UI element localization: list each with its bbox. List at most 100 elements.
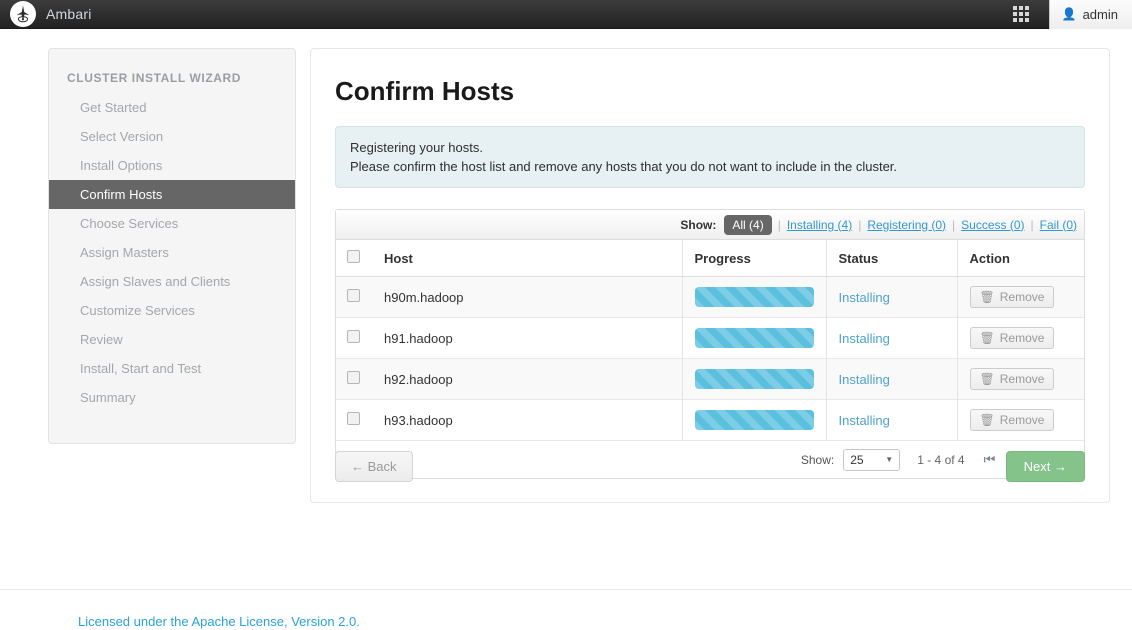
filter-separator-4: | <box>1030 217 1034 232</box>
sidebar-item-assign-slaves-and-clients[interactable]: Assign Slaves and Clients <box>49 267 295 296</box>
action-cell: 🗑 Remove <box>956 317 1084 359</box>
status-cell: Installing <box>825 399 957 441</box>
ambari-logo-icon <box>10 1 36 27</box>
license-link[interactable]: Licensed under the Apache License, Versi… <box>78 614 360 629</box>
sidebar-item-assign-masters[interactable]: Assign Masters <box>49 238 295 267</box>
sidebar-item-choose-services[interactable]: Choose Services <box>49 209 295 238</box>
remove-host-button[interactable]: 🗑 Remove <box>969 368 1055 390</box>
action-cell: 🗑 Remove <box>956 399 1084 441</box>
trash-icon: 🗑 <box>979 290 995 304</box>
filter-success[interactable]: Success (0) <box>961 218 1024 232</box>
sidebar-item-install-start-and-test[interactable]: Install, Start and Test <box>49 354 295 383</box>
status-cell: Installing <box>825 317 957 359</box>
hosts-table-body: h90m.hadoop Installing 🗑 Remove h91.hado… <box>336 276 1084 441</box>
status-cell: Installing <box>825 358 957 400</box>
sidebar-item-install-options[interactable]: Install Options <box>49 151 295 180</box>
header-status: Status <box>825 240 957 277</box>
sidebar-item-confirm-hosts[interactable]: Confirm Hosts <box>49 180 295 209</box>
admin-menu-button[interactable]: 👤 admin <box>1048 0 1132 29</box>
remove-button-label: Remove <box>999 290 1045 304</box>
table-row: h92.hadoop Installing 🗑 Remove <box>336 358 1084 400</box>
sidebar-title: CLUSTER INSTALL WIZARD <box>67 71 242 85</box>
brand[interactable]: Ambari <box>0 1 92 27</box>
row-checkbox[interactable] <box>347 289 360 302</box>
info-message-box: Registering your hosts. Please confirm t… <box>335 126 1085 188</box>
info-line-2: Please confirm the host list and remove … <box>350 159 898 174</box>
remove-host-button[interactable]: 🗑 Remove <box>969 286 1055 308</box>
status-filter-bar: Show: All (4) | Installing (4) | Registe… <box>336 210 1084 240</box>
filter-separator-3: | <box>952 217 956 232</box>
row-checkbox[interactable] <box>347 330 360 343</box>
trash-icon: 🗑 <box>979 372 995 386</box>
table-row: h90m.hadoop Installing 🗑 Remove <box>336 276 1084 318</box>
filter-installing[interactable]: Installing (4) <box>787 218 852 232</box>
header-select-all <box>336 240 372 277</box>
action-cell: 🗑 Remove <box>956 358 1084 400</box>
sidebar-nav-list: Get Started Select Version Install Optio… <box>49 93 295 412</box>
row-checkbox[interactable] <box>347 371 360 384</box>
progress-bar-track <box>694 369 814 389</box>
sidebar-item-get-started[interactable]: Get Started <box>49 93 295 122</box>
next-button[interactable]: Next → <box>1005 451 1085 482</box>
hosts-table-head: Host Progress Status Action <box>336 240 1084 277</box>
row-checkbox-cell <box>336 276 372 318</box>
sidebar-item-summary[interactable]: Summary <box>49 383 295 412</box>
sidebar-item-select-version[interactable]: Select Version <box>49 122 295 151</box>
host-name: h93.hadoop <box>372 399 682 441</box>
header-host: Host <box>372 240 682 277</box>
status-badge[interactable]: Installing <box>839 290 890 305</box>
remove-button-label: Remove <box>999 331 1045 345</box>
filter-separator-2: | <box>858 217 862 232</box>
row-checkbox[interactable] <box>347 412 360 425</box>
progress-bar-fill <box>694 287 814 307</box>
host-name: h91.hadoop <box>372 317 682 359</box>
filter-show-label: Show: <box>680 217 717 232</box>
row-checkbox-cell <box>336 399 372 441</box>
trash-icon: 🗑 <box>979 331 995 345</box>
filter-all[interactable]: All (4) <box>724 214 772 235</box>
action-cell: 🗑 Remove <box>956 276 1084 318</box>
remove-button-label: Remove <box>999 372 1045 386</box>
progress-cell <box>681 399 826 441</box>
main-panel: Confirm Hosts Registering your hosts. Pl… <box>310 48 1110 503</box>
remove-host-button[interactable]: 🗑 Remove <box>969 409 1055 431</box>
admin-label: admin <box>1082 6 1118 22</box>
table-header-row: Host Progress Status Action <box>336 240 1084 277</box>
back-button[interactable]: ← Back <box>335 451 413 482</box>
table-row: h91.hadoop Installing 🗑 Remove <box>336 317 1084 359</box>
host-name: h92.hadoop <box>372 358 682 400</box>
progress-bar-fill <box>694 328 814 348</box>
select-all-checkbox[interactable] <box>347 250 360 263</box>
table-row: h93.hadoop Installing 🗑 Remove <box>336 399 1084 441</box>
page-title: Confirm Hosts <box>335 76 515 106</box>
progress-bar-fill <box>694 410 814 430</box>
remove-button-label: Remove <box>999 413 1045 427</box>
page-footer: Licensed under the Apache License, Versi… <box>0 589 1132 630</box>
status-badge[interactable]: Installing <box>839 372 890 387</box>
hosts-table-container: Show: All (4) | Installing (4) | Registe… <box>335 209 1085 479</box>
sidebar-item-review[interactable]: Review <box>49 325 295 354</box>
wizard-sidebar: CLUSTER INSTALL WIZARD Get Started Selec… <box>48 48 296 444</box>
row-checkbox-cell <box>336 358 372 400</box>
row-checkbox-cell <box>336 317 372 359</box>
progress-bar-fill <box>694 369 814 389</box>
sidebar-item-customize-services[interactable]: Customize Services <box>49 296 295 325</box>
status-badge[interactable]: Installing <box>839 331 890 346</box>
header-action: Action <box>956 240 1084 277</box>
filter-fail[interactable]: Fail (0) <box>1040 218 1077 232</box>
trash-icon: 🗑 <box>979 413 995 427</box>
user-icon: 👤 <box>1061 7 1077 21</box>
grid-apps-icon[interactable] <box>1012 6 1029 22</box>
hosts-table: Host Progress Status Action h90m.hadoop <box>336 240 1084 441</box>
progress-bar-track <box>694 287 814 307</box>
remove-host-button[interactable]: 🗑 Remove <box>969 327 1055 349</box>
info-line-1: Registering your hosts. <box>350 140 483 155</box>
filter-registering[interactable]: Registering (0) <box>867 218 946 232</box>
brand-label: Ambari <box>46 6 92 22</box>
filter-separator-1: | <box>777 217 781 232</box>
progress-cell <box>681 358 826 400</box>
progress-cell <box>681 276 826 318</box>
topnav-right-group: 👤 admin <box>1012 0 1132 29</box>
status-badge[interactable]: Installing <box>839 413 890 428</box>
top-navigation-bar: Ambari 👤 admin <box>0 0 1132 29</box>
